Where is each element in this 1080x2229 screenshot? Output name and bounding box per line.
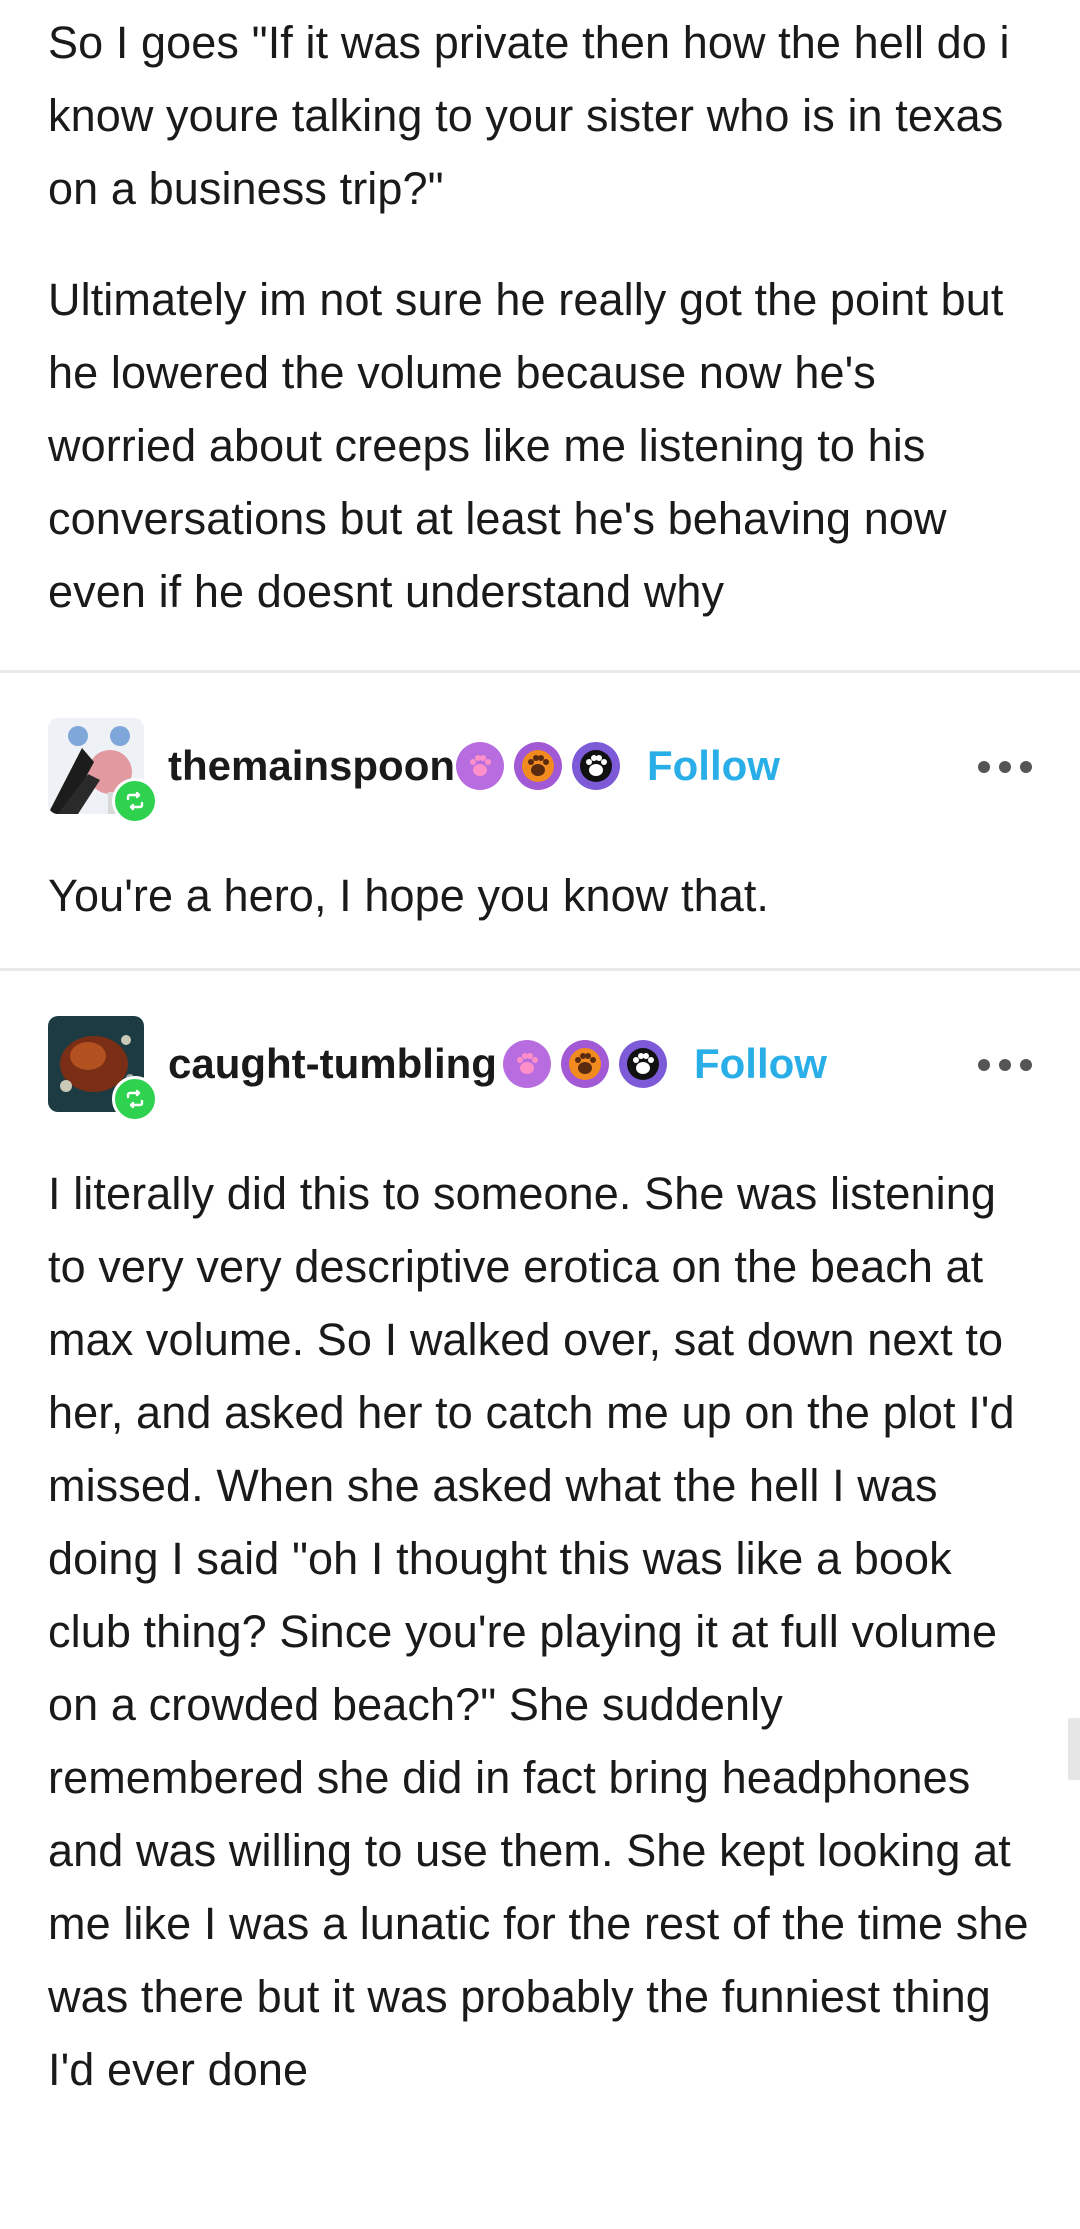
avatar[interactable] [48, 718, 158, 824]
reblog-icon [112, 778, 158, 824]
paw-badge-orange-icon[interactable] [561, 1040, 609, 1088]
post-paragraph-2: Ultimately im not sure he really got the… [48, 274, 1004, 617]
paw-badge-black-icon[interactable] [619, 1040, 667, 1088]
scrollbar-thumb[interactable] [1068, 1718, 1080, 1780]
badge-group [456, 742, 620, 790]
reblog-text: I literally did this to someone. She was… [48, 1168, 1029, 2095]
more-options-icon[interactable] [978, 757, 1032, 777]
reblog-text: You're a hero, I hope you know that. [48, 870, 770, 921]
follow-button[interactable]: Follow [647, 742, 780, 790]
reblog-header: caught-tumbling Follow [0, 971, 1080, 1157]
reblog-section-2: caught-tumbling Follow I literally did t… [0, 971, 1080, 2106]
paw-badge-black-icon[interactable] [572, 742, 620, 790]
reblog-icon [112, 1076, 158, 1122]
paw-badge-pink-icon[interactable] [503, 1040, 551, 1088]
paw-badge-orange-icon[interactable] [514, 742, 562, 790]
badge-group [503, 1040, 667, 1088]
reblog-username[interactable]: themainspoon [168, 742, 455, 790]
reblog-username[interactable]: caught-tumbling [168, 1040, 497, 1088]
post-paragraph-1: So I goes "If it was private then how th… [48, 17, 1010, 214]
reblog-section-1: themainspoon Follow You're a hero, I hop… [0, 673, 1080, 968]
follow-button[interactable]: Follow [694, 1040, 827, 1088]
reblog-header: themainspoon Follow [0, 673, 1080, 859]
avatar[interactable] [48, 1016, 158, 1122]
paw-badge-pink-icon[interactable] [456, 742, 504, 790]
more-options-icon[interactable] [978, 1055, 1032, 1075]
